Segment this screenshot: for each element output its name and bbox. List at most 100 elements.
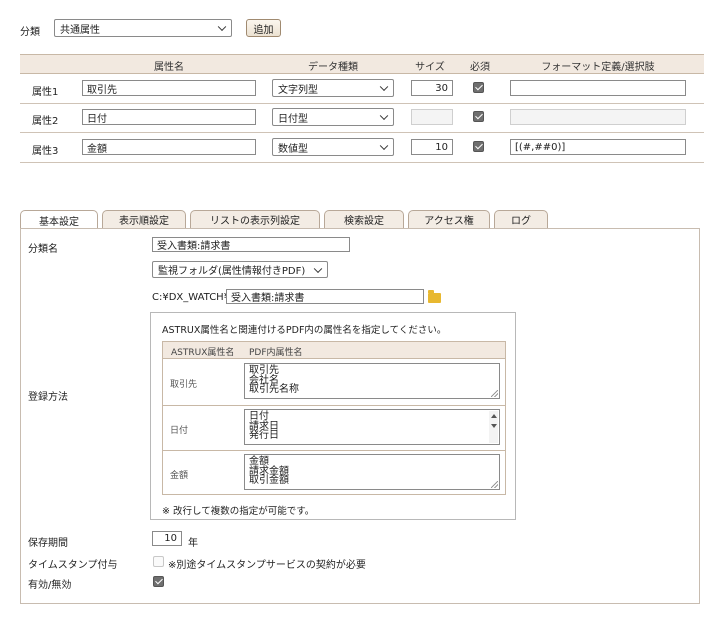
category-name-input[interactable]: 受入書類:請求書 xyxy=(152,237,350,252)
attr-size-input[interactable] xyxy=(411,109,453,125)
tab-label: 検索設定 xyxy=(344,216,384,227)
category-select-value: 共通属性 xyxy=(60,24,100,36)
attr-name-value: 日付 xyxy=(87,113,107,125)
scroll-up-icon[interactable] xyxy=(491,414,497,418)
chevron-down-icon xyxy=(313,264,323,273)
attr-name-value: 金額 xyxy=(87,143,107,155)
tab-display-order[interactable]: 表示順設定 xyxy=(102,210,186,228)
attr-type-select[interactable]: 数値型 xyxy=(272,138,394,156)
format-value: [(#,##0)] xyxy=(515,141,566,153)
retention-input[interactable]: 10 xyxy=(152,531,182,546)
method-label: 登録方法 xyxy=(28,392,68,403)
enabled-checkbox[interactable] xyxy=(153,576,164,587)
attr-size-value: 10 xyxy=(435,141,448,153)
retention-unit: 年 xyxy=(188,538,198,549)
chevron-down-icon xyxy=(379,82,389,92)
pdf-attr-textarea[interactable]: 金額 請求金額 取引金額 xyxy=(244,454,500,490)
scrollbar[interactable] xyxy=(489,411,498,443)
method-select[interactable]: 監視フォルダ(属性情報付きPDF) xyxy=(152,261,328,278)
timestamp-label: タイムスタンプ付与 xyxy=(28,560,118,571)
mapping-note: ※ 改行して複数の指定が可能です。 xyxy=(162,506,315,517)
tab-label: 基本設定 xyxy=(39,216,79,228)
attr-name-value: 取引先 xyxy=(87,84,117,96)
attr-type-value: 文字列型 xyxy=(278,84,318,96)
header-format: フォーマット定義/選択肢 xyxy=(541,62,655,73)
row-label: 属性2 xyxy=(32,116,59,127)
header-type: データ種類 xyxy=(308,62,358,73)
retention-label: 保存期間 xyxy=(28,538,68,549)
folder-icon[interactable] xyxy=(428,290,441,303)
pdf-attr-line: 取引先名称 xyxy=(249,384,299,395)
chevron-down-icon xyxy=(379,111,389,121)
row-divider xyxy=(20,162,704,163)
tab-label: アクセス権 xyxy=(424,216,474,227)
timestamp-checkbox[interactable] xyxy=(153,556,164,567)
header-name: 属性名 xyxy=(154,62,184,73)
mapping-header-astrux: ASTRUX属性名 xyxy=(171,348,235,358)
required-checkbox[interactable] xyxy=(473,141,484,152)
tab-log[interactable]: ログ xyxy=(494,210,548,228)
pdf-attr-line: 請求日 xyxy=(249,420,279,432)
category-name-value: 受入書類:請求書 xyxy=(157,241,231,252)
attr-size-input[interactable]: 30 xyxy=(411,80,453,96)
pdf-attr-textarea[interactable]: 日付 請求日 発行日 xyxy=(244,409,500,445)
attr-size-value: 30 xyxy=(435,82,448,94)
tab-label: ログ xyxy=(511,216,531,227)
mapping-header-pdf: PDF内属性名 xyxy=(249,348,303,358)
mapping-astrux-name: 取引先 xyxy=(170,380,198,390)
retention-value: 10 xyxy=(164,533,177,544)
method-select-value: 監視フォルダ(属性情報付きPDF) xyxy=(158,266,306,277)
pdf-attr-line: 発行日 xyxy=(249,430,279,441)
category-name-label: 分類名 xyxy=(28,244,58,255)
attr-type-select[interactable]: 文字列型 xyxy=(272,79,394,97)
row-label: 属性1 xyxy=(32,87,59,98)
tab-basic[interactable]: 基本設定 xyxy=(20,210,98,229)
folder-path-value: 受入書類:請求書 xyxy=(231,293,305,304)
resize-grip-icon[interactable] xyxy=(491,390,498,397)
enabled-label: 有効/無効 xyxy=(28,580,72,591)
scroll-down-icon[interactable] xyxy=(491,424,497,428)
mapping-header: ASTRUX属性名 PDF内属性名 xyxy=(162,341,506,359)
add-button[interactable]: 追加 xyxy=(246,19,281,37)
attr-name-input[interactable]: 日付 xyxy=(82,109,256,125)
mapping-astrux-name: 日付 xyxy=(170,426,189,436)
mapping-divider xyxy=(162,450,506,451)
timestamp-note: ※別途タイムスタンプサービスの契約が必要 xyxy=(168,560,366,571)
attr-type-value: 日付型 xyxy=(278,113,308,125)
tab-access[interactable]: アクセス権 xyxy=(408,210,490,228)
row-divider xyxy=(20,103,704,104)
attr-size-input[interactable]: 10 xyxy=(411,139,453,155)
pdf-attr-line: 取引先 xyxy=(249,365,279,376)
mapping-divider xyxy=(162,405,506,406)
tab-label: 表示順設定 xyxy=(119,216,169,227)
row-label: 属性3 xyxy=(32,146,59,157)
required-checkbox[interactable] xyxy=(473,82,484,93)
category-label: 分類 xyxy=(20,27,40,38)
attr-name-input[interactable]: 金額 xyxy=(82,139,256,155)
format-input[interactable]: [(#,##0)] xyxy=(510,139,686,155)
format-input[interactable] xyxy=(510,80,686,96)
header-size: サイズ xyxy=(415,62,445,73)
attr-table-header: 属性名 データ種類 サイズ 必須 フォーマット定義/選択肢 xyxy=(20,54,704,74)
attr-name-input[interactable]: 取引先 xyxy=(82,80,256,96)
mapping-astrux-name: 金額 xyxy=(170,471,189,481)
tab-list-columns[interactable]: リストの表示列設定 xyxy=(190,210,320,228)
chevron-down-icon xyxy=(379,141,389,151)
folder-path-input[interactable]: 受入書類:請求書 xyxy=(226,289,424,304)
category-select[interactable]: 共通属性 xyxy=(54,19,232,37)
folder-prefix: C:¥DX_WATCH¥ xyxy=(152,292,231,303)
resize-grip-icon[interactable] xyxy=(491,481,498,488)
header-required: 必須 xyxy=(470,62,490,73)
attr-type-value: 数値型 xyxy=(278,143,308,155)
tab-label: リストの表示列設定 xyxy=(210,216,300,227)
tab-search[interactable]: 検索設定 xyxy=(324,210,404,228)
chevron-down-icon xyxy=(217,22,227,32)
mapping-instruction: ASTRUX属性名と関連付けるPDF内の属性名を指定してください。 xyxy=(162,325,447,336)
attr-type-select[interactable]: 日付型 xyxy=(272,108,394,126)
row-divider xyxy=(20,132,704,133)
required-checkbox[interactable] xyxy=(473,111,484,122)
pdf-attr-line: 日付 xyxy=(249,411,269,422)
pdf-attr-line: 取引金額 xyxy=(249,475,289,486)
pdf-attr-textarea[interactable]: 取引先 会社名 取引先名称 xyxy=(244,363,500,399)
format-input[interactable] xyxy=(510,109,686,125)
